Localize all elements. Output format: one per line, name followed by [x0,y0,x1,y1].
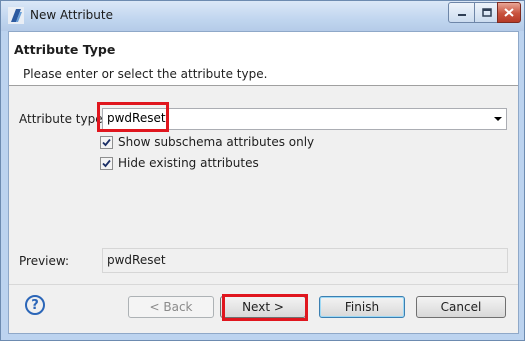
preview-label: Preview: [19,254,70,268]
maximize-icon [481,8,492,17]
page-description: Please enter or select the attribute typ… [23,67,268,81]
show-subschema-label: Show subschema attributes only [118,135,315,149]
close-button[interactable] [497,2,521,23]
cancel-button-label: Cancel [440,300,482,314]
hide-existing-row[interactable]: Hide existing attributes [100,156,259,170]
highlight-attribute-type [97,102,169,132]
cancel-button[interactable]: Cancel [416,296,506,318]
back-button-label: < Back [149,300,193,314]
preview-field: pwdReset [102,248,508,273]
page-title: Attribute Type [14,42,116,57]
checkmark-icon [102,138,111,146]
minimize-icon [458,13,466,16]
highlight-next [222,294,308,321]
close-icon [504,8,514,17]
header-banner: Attribute Type Please enter or select th… [9,32,518,86]
window-title: New Attribute [30,8,113,22]
hide-existing-checkbox[interactable] [100,156,113,170]
new-attribute-dialog: New Attribute ea9-e235-4c5b-8b3d -8d4e-9… [0,0,525,341]
preview-value: pwdReset [107,253,166,267]
maximize-button[interactable] [474,2,499,23]
checkmark-icon [102,159,111,167]
title-bar[interactable]: New Attribute ea9-e235-4c5b-8b3d -8d4e-9… [1,1,524,113]
help-button[interactable]: ? [25,295,45,315]
app-icon [8,7,24,24]
dialog-content: Attribute Type Please enter or select th… [8,31,519,334]
back-button[interactable]: < Back [128,296,214,318]
finish-button[interactable]: Finish [319,296,405,318]
minimize-button[interactable] [448,2,476,23]
attribute-type-label: Attribute type: [19,112,107,126]
hide-existing-label: Hide existing attributes [118,156,259,170]
separator [9,284,518,285]
chevron-down-icon[interactable] [494,117,502,121]
finish-button-label: Finish [344,300,380,314]
show-subschema-row[interactable]: Show subschema attributes only [100,135,314,149]
help-icon: ? [31,297,39,313]
show-subschema-checkbox[interactable] [100,135,113,149]
